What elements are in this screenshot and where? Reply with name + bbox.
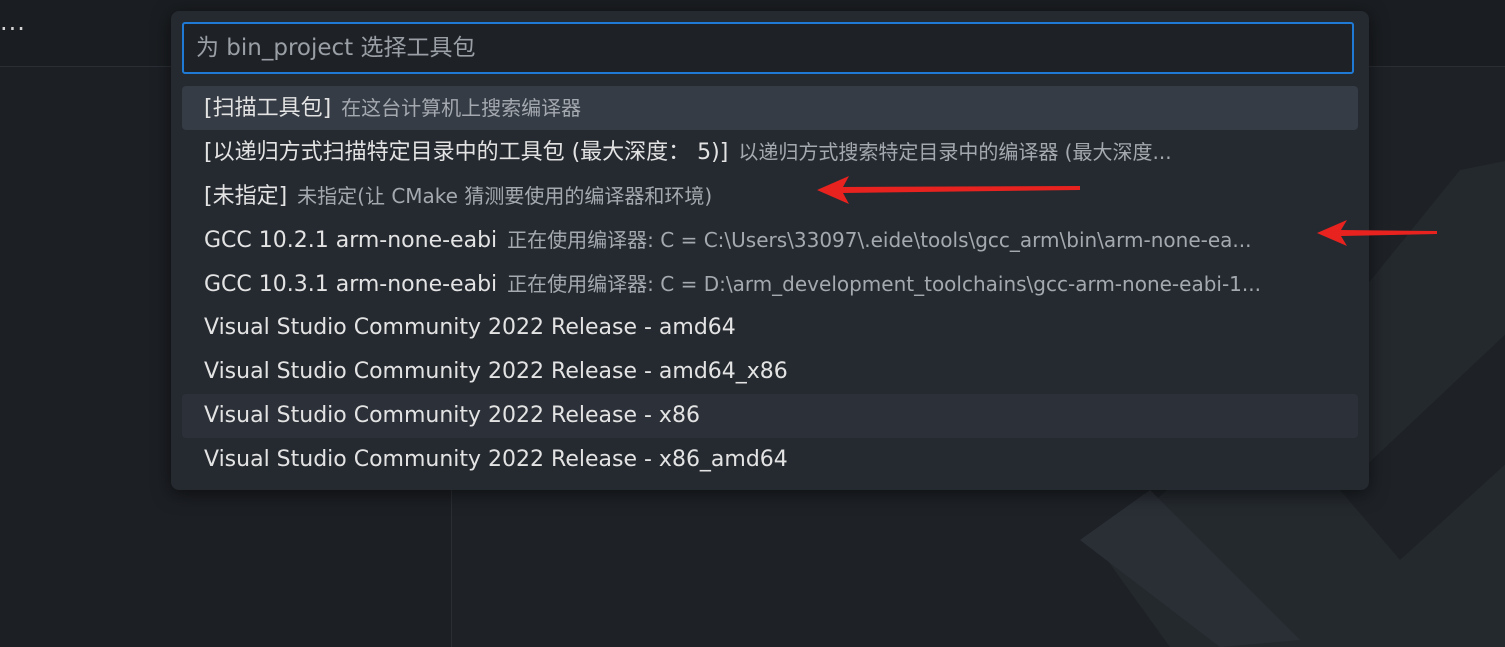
kit-item-description: 以递归方式搜索特定目录中的编译器 (最大深度...: [738, 140, 1172, 164]
kit-item-gcc-10-2-1[interactable]: GCC 10.2.1 arm-none-eabi 正在使用编译器: C = C:\…: [182, 218, 1358, 262]
kit-list: [扫描工具包] 在这台计算机上搜索编译器 [以递归方式扫描特定目录中的工具包 (最…: [182, 86, 1358, 482]
kit-item-description: 在这台计算机上搜索编译器: [341, 96, 582, 120]
kit-item-label: Visual Studio Community 2022 Release - a…: [204, 315, 736, 340]
kit-item-label: GCC 10.3.1 arm-none-eabi: [204, 272, 498, 297]
kit-item-label: Visual Studio Community 2022 Release - a…: [204, 359, 788, 384]
kit-item-vs2022-x86[interactable]: Visual Studio Community 2022 Release - x…: [182, 394, 1358, 438]
kit-item-label: GCC 10.2.1 arm-none-eabi: [204, 228, 498, 253]
kit-item-label: Visual Studio Community 2022 Release - x…: [204, 403, 700, 428]
kit-item-vs2022-x86-amd64[interactable]: Visual Studio Community 2022 Release - x…: [182, 438, 1358, 482]
kit-item-description: 正在使用编译器: C = D:\arm_development_toolchai…: [507, 272, 1261, 296]
kit-item-gcc-10-3-1[interactable]: GCC 10.3.1 arm-none-eabi 正在使用编译器: C = D:\…: [182, 262, 1358, 306]
more-actions-button[interactable]: ...: [0, 10, 26, 34]
kit-item-scan[interactable]: [扫描工具包] 在这台计算机上搜索编译器: [182, 86, 1358, 130]
kit-quick-pick: [扫描工具包] 在这台计算机上搜索编译器 [以递归方式扫描特定目录中的工具包 (最…: [171, 11, 1369, 490]
kit-item-description: 未指定(让 CMake 猜测要使用的编译器和环境): [297, 184, 713, 208]
kit-item-vs2022-amd64[interactable]: Visual Studio Community 2022 Release - a…: [182, 306, 1358, 350]
kit-item-label: [未指定]: [204, 184, 288, 209]
kit-item-vs2022-amd64-x86[interactable]: Visual Studio Community 2022 Release - a…: [182, 350, 1358, 394]
kit-item-unspecified[interactable]: [未指定] 未指定(让 CMake 猜测要使用的编译器和环境): [182, 174, 1358, 218]
kit-search-input[interactable]: [182, 22, 1354, 74]
kit-item-label: [以递归方式扫描特定目录中的工具包 (最大深度： 5)]: [204, 140, 729, 165]
kit-item-description: 正在使用编译器: C = C:\Users\33097\.eide\tools\…: [507, 228, 1252, 252]
kit-item-scan-recursive[interactable]: [以递归方式扫描特定目录中的工具包 (最大深度： 5)] 以递归方式搜索特定目录中…: [182, 130, 1358, 174]
kit-item-label: [扫描工具包]: [204, 96, 332, 121]
kit-item-label: Visual Studio Community 2022 Release - x…: [204, 447, 788, 472]
